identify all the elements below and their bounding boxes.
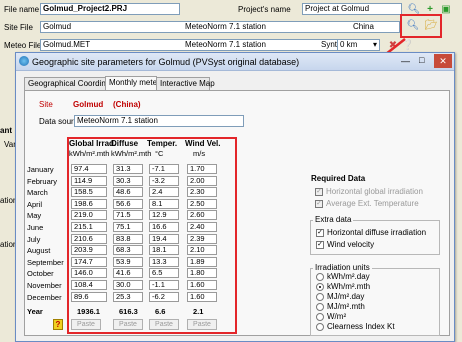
meteo-source: MeteoNorm 7.1 station [185,40,266,49]
required-item-1: Horizontal global irradiation [326,187,423,196]
help-question-icon[interactable]: ? [53,319,63,331]
month-label: December [27,292,62,302]
units-radio-label: MJ/m².mth [327,302,365,311]
site-country: China [353,22,374,31]
project-name-label: Project's name [238,5,291,14]
units-radio[interactable] [316,313,324,321]
month-label: March [27,188,48,198]
units-radio[interactable] [316,273,324,281]
year-label: Year [27,307,43,317]
site-file-field[interactable]: Golmud MeteoNorm 7.1 station China [40,21,400,33]
dialog-title: Geographic site parameters for Golmud (P… [32,57,300,67]
site-source: MeteoNorm 7.1 station [185,22,266,31]
extra-item-2: Wind velocity [327,240,375,249]
geo-site-dialog: Geographic site parameters for Golmud (P… [15,52,455,342]
data-source-field[interactable]: MeteoNorm 7.1 station [74,115,244,127]
required-data-title: Required Data [311,174,366,183]
month-label: September [27,257,64,267]
site-label: Site [39,100,53,109]
units-radio[interactable] [316,323,324,331]
units-radio[interactable] [316,303,324,311]
dialog-titlebar[interactable]: Geographic site parameters for Golmud (P… [16,53,454,71]
month-label: February [27,176,58,186]
meteo-file-field[interactable]: Golmud.MET MeteoNorm 7.1 station Synthet… [40,39,380,51]
table-highlight-box [67,137,237,334]
units-title: Irradiation units [313,263,372,272]
project-name-field[interactable]: Project at Golmud [302,3,402,15]
month-label: May [27,211,42,221]
site-country-label: (China) [113,100,141,109]
month-label: November [27,281,62,290]
extra-checkbox-2[interactable]: ✓ [316,241,324,249]
required-item-2: Average Ext. Temperature [326,199,419,208]
tab-geo-coordinates[interactable]: Geographical Coordinates [24,77,121,91]
close-icon[interactable]: ✕ [434,54,452,68]
required-checkbox-2: ✓ [315,200,323,208]
background-label-a: ant [0,126,12,135]
extra-data-group [310,220,440,255]
monthly-meteo-panel: Site Golmud (China) Data source MeteoNor… [24,90,450,336]
units-radio-label: MJ/m².day [327,292,365,301]
month-label: October [27,269,54,279]
units-radio-label: kWh/m².mth [327,282,371,291]
meteo-file-label: Meteo File [4,41,42,50]
month-label: June [27,223,44,232]
file-name-label: File name [4,5,40,14]
month-label: July [27,234,41,244]
meteo-file-value: Golmud.MET [43,40,91,49]
units-radio[interactable] [316,293,324,301]
month-label: January [27,165,54,174]
units-radio-label: W/m² [327,312,347,321]
units-radio-label: Clearness Index Kt [327,322,395,331]
extra-item-1: Horizontal diffuse irradiation [327,228,427,237]
units-radio[interactable] [316,283,324,291]
tab-interactive-map[interactable]: Interactive Map [156,77,215,91]
maximize-icon[interactable]: □ [419,55,424,65]
site-file-label: Site File [4,23,33,32]
units-radio-label: kWh/m².day [327,272,370,281]
globe-icon [19,56,29,66]
month-label: April [27,199,43,209]
site-name: Golmud [73,100,104,109]
extra-checkbox-1[interactable]: ✓ [316,229,324,237]
required-checkbox-1: ✓ [315,188,323,196]
month-label: August [27,246,51,256]
file-name-field[interactable]: Golmud_Project2.PRJ [40,3,180,15]
extra-data-title: Extra data [313,215,354,224]
folder-icon[interactable]: 📂︎ [423,18,439,32]
search-site-icon[interactable]: 🔍︎ [405,18,421,32]
site-file-value: Golmud [43,22,72,31]
minimize-icon[interactable]: — [401,56,410,66]
